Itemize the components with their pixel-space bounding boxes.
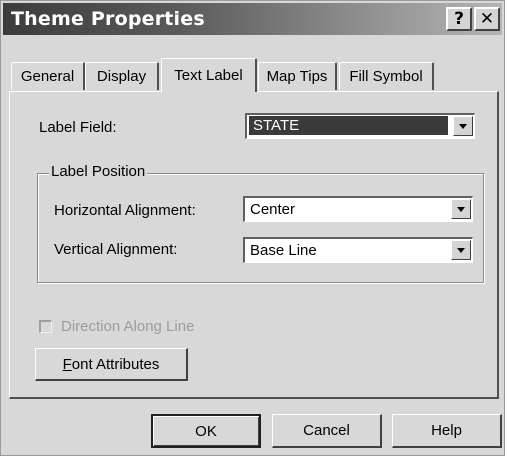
label-field-label: Label Field: [39,119,117,136]
vertical-alignment-select[interactable]: Base Line [243,237,473,263]
question-icon: ? [454,9,464,29]
font-attributes-label: Font Attributes [62,355,160,373]
label-field-value: STATE [249,116,448,135]
tab-text-label[interactable]: Text Label [161,58,257,92]
tab-label: Map Tips [266,68,328,85]
direction-along-line-option[interactable]: Direction Along Line [39,318,194,335]
tab-label: Text Label [174,67,243,84]
horizontal-alignment-value: Center [250,201,296,218]
font-attributes-button[interactable]: Font Attributes [35,348,188,381]
vertical-alignment-label: Vertical Alignment: [54,241,178,258]
vertical-alignment-value: Base Line [250,242,317,259]
tab-label: General [20,68,75,85]
tab-label: Display [96,68,147,85]
title-bar[interactable]: Theme Properties ? ✕ [3,3,502,35]
help-label: Help [431,422,462,439]
tab-label: Fill Symbol [349,68,423,85]
tab-general[interactable]: General [11,62,85,90]
help-title-button[interactable]: ? [446,7,472,31]
label-position-group [37,173,484,283]
ok-label: OK [195,422,217,440]
cancel-button[interactable]: Cancel [272,414,382,448]
direction-along-line-label: Direction Along Line [61,318,195,335]
chevron-down-icon[interactable] [451,240,471,260]
ok-button[interactable]: OK [151,414,261,448]
dialog-title: Theme Properties [11,8,205,30]
horizontal-alignment-label: Horizontal Alignment: [54,202,196,219]
theme-properties-dialog: Theme Properties ? ✕ General Display Tex… [0,0,505,456]
tab-fill-symbol[interactable]: Fill Symbol [339,62,434,90]
close-button[interactable]: ✕ [474,7,500,31]
chevron-down-icon[interactable] [453,116,473,136]
label-position-title: Label Position [49,163,148,180]
label-field-select[interactable]: STATE [245,113,475,139]
tab-map-tips[interactable]: Map Tips [258,62,337,90]
cancel-label: Cancel [303,422,350,439]
help-button[interactable]: Help [392,414,502,448]
tab-display[interactable]: Display [85,62,159,90]
horizontal-alignment-select[interactable]: Center [243,196,473,222]
chevron-down-icon[interactable] [451,199,471,219]
close-icon: ✕ [479,9,495,29]
direction-along-line-checkbox[interactable] [39,320,52,333]
